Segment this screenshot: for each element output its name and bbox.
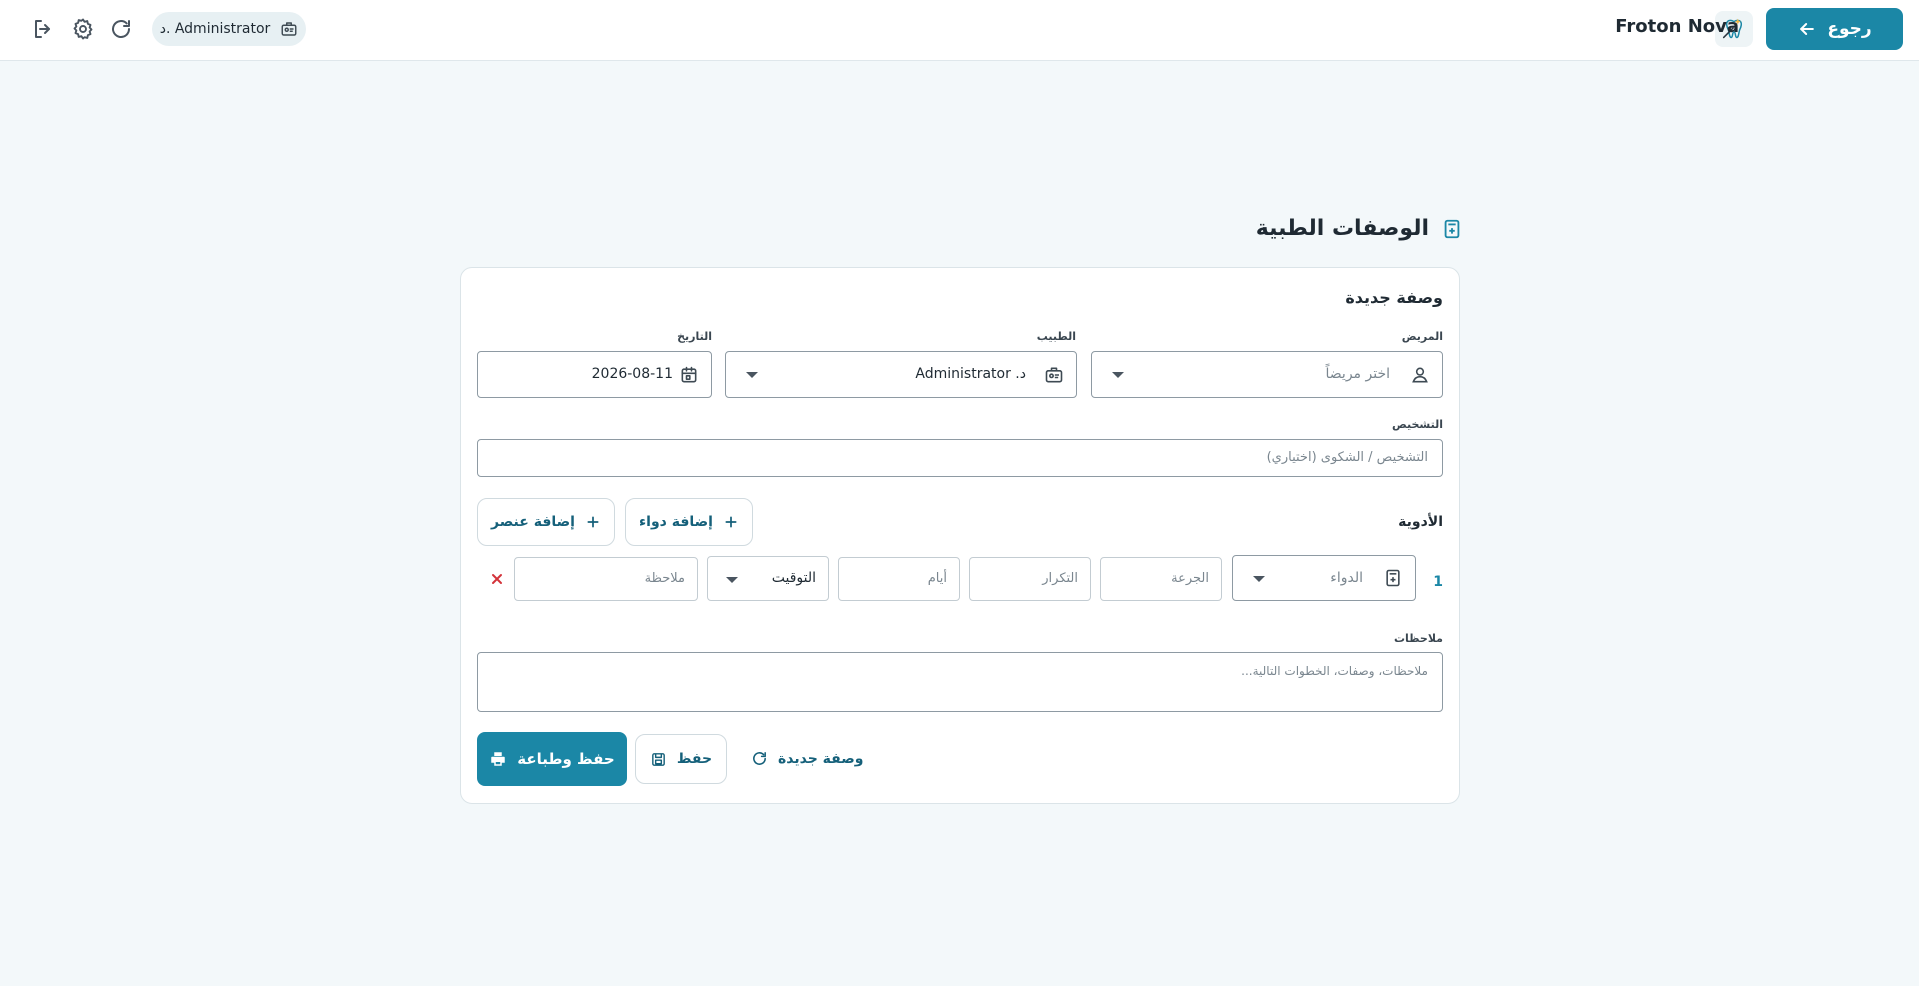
prescription-icon	[1441, 218, 1463, 240]
row-index: 1	[1433, 574, 1443, 590]
add-item-label: إضافة عنصر	[491, 514, 575, 530]
doctor-label: الطبيب	[1036, 330, 1076, 343]
settings-gear-icon[interactable]	[71, 17, 95, 41]
drug-placeholder: الدواء	[1330, 570, 1363, 586]
save-button[interactable]: حفظ	[635, 734, 727, 784]
patient-placeholder: اختر مريضاً	[1325, 366, 1390, 382]
date-input[interactable]: 2026-08-11	[477, 351, 712, 398]
note-input[interactable]: ملاحظة	[514, 557, 698, 601]
save-print-button[interactable]: حفظ وطباعة	[477, 732, 627, 786]
timing-value: التوقيت	[771, 570, 816, 586]
doctor-badge-icon	[1044, 365, 1064, 385]
diagnosis-placeholder: التشخيص / الشكوى (اختياري)	[1266, 450, 1428, 465]
save-disk-icon	[650, 751, 667, 768]
medications-label: الأدوية	[1398, 514, 1443, 530]
page-title-text: الوصفات الطبية	[1255, 216, 1429, 241]
top-bar: رجوع Froton Nova د. Administrator	[0, 0, 1919, 61]
save-print-label: حفظ وطباعة	[517, 750, 615, 768]
dose-placeholder: الجرعة	[1171, 571, 1209, 586]
new-prescription-button[interactable]: وصفة جديدة	[751, 750, 863, 767]
doctor-value: د. Administrator	[915, 366, 1026, 382]
chevron-down-icon	[746, 372, 758, 378]
calendar-icon	[679, 365, 699, 385]
medicine-icon	[1383, 568, 1403, 588]
drug-select[interactable]: الدواء	[1232, 555, 1416, 601]
notes-textarea[interactable]: ملاحظات، وصفات، الخطوات التالية...	[477, 652, 1443, 712]
user-icon	[1410, 365, 1430, 385]
days-placeholder: أيام	[927, 571, 947, 586]
patient-select[interactable]: اختر مريضاً	[1091, 351, 1443, 398]
diagnosis-label: التشخيص	[1391, 418, 1443, 431]
add-medicine-button[interactable]: إضافة دواء	[625, 498, 753, 546]
dose-input[interactable]: الجرعة	[1100, 557, 1222, 601]
app-title: Froton Nova	[1615, 16, 1739, 37]
frequency-placeholder: التكرار	[1042, 571, 1078, 586]
diagnosis-input[interactable]: التشخيص / الشكوى (اختياري)	[477, 439, 1443, 477]
date-value: 2026-08-11	[591, 366, 673, 382]
chevron-down-icon	[1112, 372, 1124, 378]
remove-row-icon[interactable]	[489, 571, 505, 587]
patient-label: المريض	[1401, 330, 1443, 343]
plus-icon	[585, 514, 601, 530]
notes-label: ملاحظات	[1394, 632, 1443, 645]
user-chip[interactable]: د. Administrator	[152, 12, 306, 46]
notes-placeholder: ملاحظات، وصفات، الخطوات التالية...	[1241, 664, 1428, 678]
printer-icon	[489, 750, 507, 768]
arrow-left-icon	[1797, 19, 1817, 39]
add-item-button[interactable]: إضافة عنصر	[477, 498, 615, 546]
frequency-input[interactable]: التكرار	[969, 557, 1091, 601]
add-medicine-label: إضافة دواء	[639, 514, 713, 530]
doctor-badge-icon	[280, 20, 298, 38]
note-placeholder: ملاحظة	[644, 571, 685, 586]
section-title: وصفة جديدة	[1345, 288, 1443, 307]
prescription-form-card: وصفة جديدة المريض الطبيب التاريخ اختر مر…	[460, 267, 1460, 804]
chevron-down-icon	[726, 577, 738, 583]
page-title: الوصفات الطبية	[1256, 216, 1463, 241]
timing-select[interactable]: التوقيت	[707, 556, 829, 601]
doctor-select[interactable]: د. Administrator	[725, 351, 1077, 398]
refresh-icon	[751, 750, 768, 767]
refresh-icon[interactable]	[109, 17, 133, 41]
back-button[interactable]: رجوع	[1766, 8, 1903, 50]
chevron-down-icon	[1253, 576, 1265, 582]
plus-icon	[723, 514, 739, 530]
save-label: حفظ	[676, 751, 713, 767]
date-label: التاريخ	[677, 330, 712, 343]
days-input[interactable]: أيام	[838, 557, 960, 601]
logout-icon[interactable]	[31, 17, 55, 41]
user-chip-label: د. Administrator	[159, 21, 271, 37]
new-prescription-label: وصفة جديدة	[778, 750, 864, 767]
back-button-label: رجوع	[1827, 19, 1872, 39]
